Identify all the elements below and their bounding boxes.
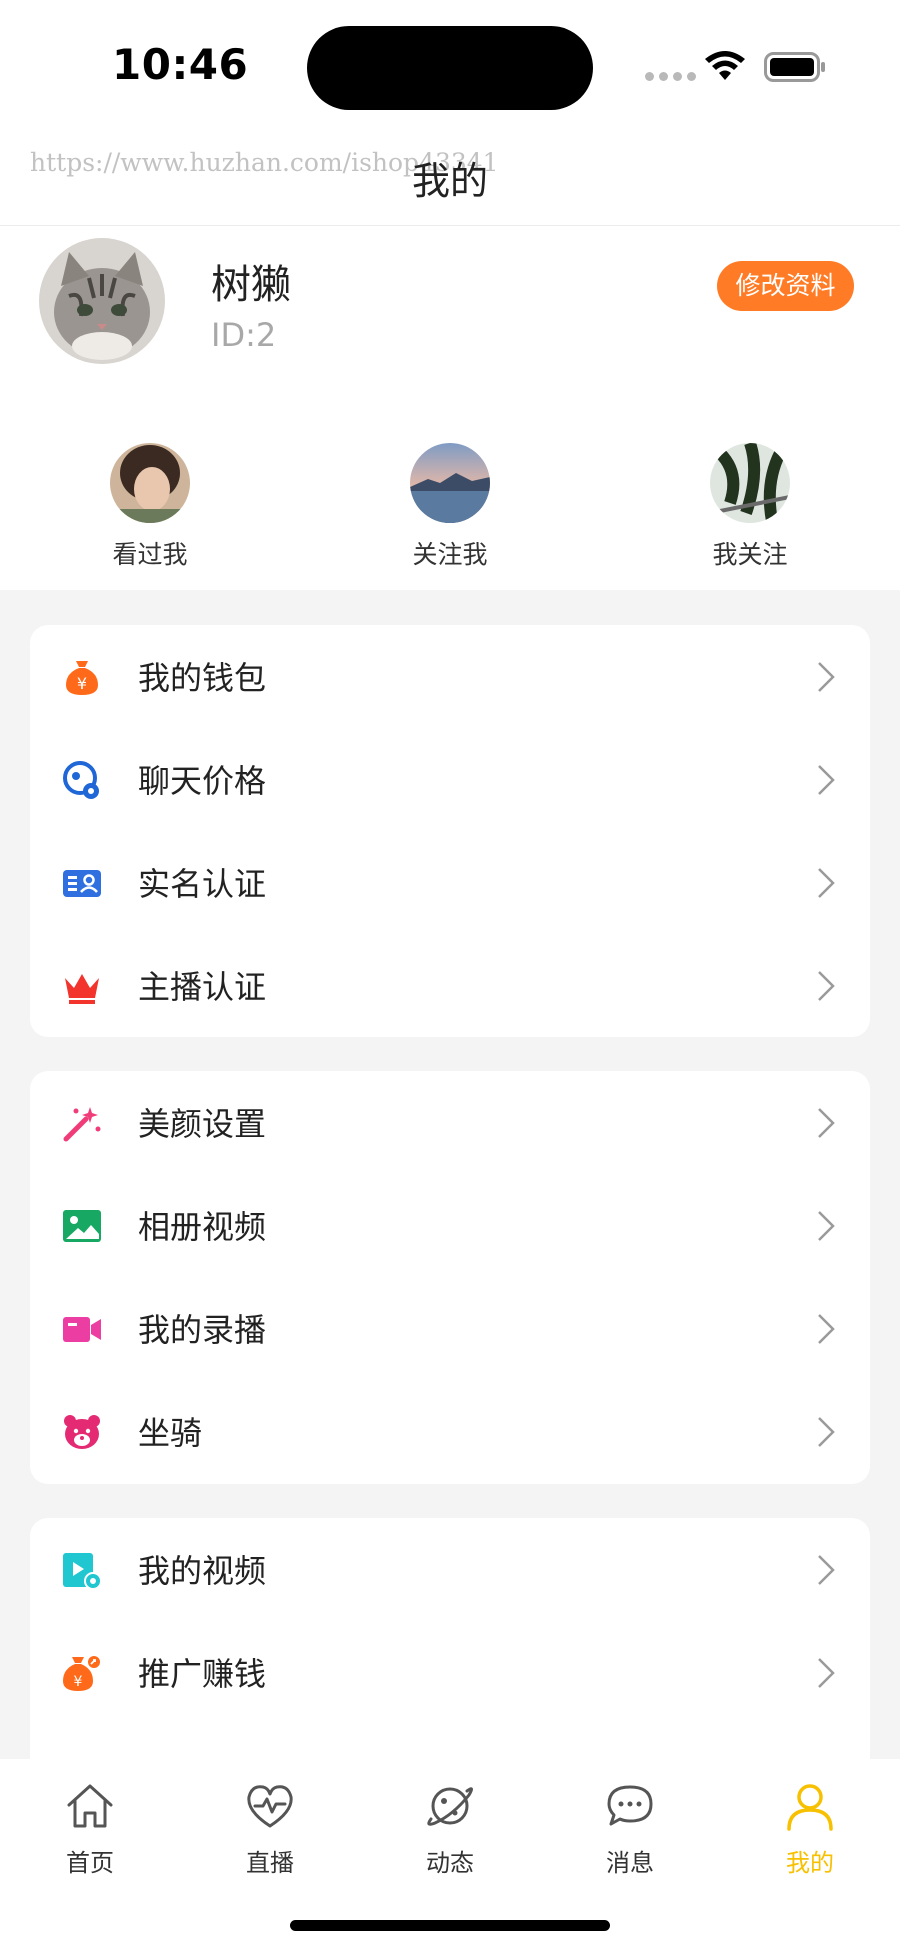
menu-item-label: 聊天价格 [138, 762, 267, 800]
crown-icon [65, 974, 99, 1004]
chevron-right-icon [818, 868, 835, 898]
bear-icon [64, 1415, 100, 1449]
status-time: 10:46 [112, 40, 249, 89]
promote-money-icon: ¥ [63, 1654, 102, 1691]
following-avatar [710, 443, 790, 523]
menu-item-label: 美颜设置 [138, 1105, 267, 1143]
social-followers[interactable]: 关注我 [370, 443, 530, 571]
menu-item-label: 主播认证 [138, 968, 267, 1006]
menu-item-mount[interactable]: 坐骑 [30, 1380, 870, 1483]
chevron-right-icon [818, 1417, 835, 1447]
chevron-right-icon [818, 765, 835, 795]
signal-icon [645, 72, 696, 81]
menu-item-anchor-cert[interactable]: 主播认证 [30, 934, 870, 1037]
menu-item-beauty[interactable]: 美颜设置 [30, 1071, 870, 1174]
home-icon [67, 1784, 113, 1828]
chevron-right-icon [818, 1658, 835, 1688]
menu-item-label: 我的视频 [138, 1552, 267, 1590]
menu-item-recordings[interactable]: 我的录播 [30, 1277, 870, 1380]
id-card-icon [63, 870, 101, 897]
social-visitors[interactable]: 看过我 [70, 443, 230, 571]
dynamic-island [307, 26, 593, 110]
svg-text:¥: ¥ [74, 1674, 83, 1690]
photo-album-icon [63, 1210, 101, 1242]
tab-mine[interactable]: 我的 [750, 1779, 870, 1878]
status-bar: 10:46 [0, 0, 900, 130]
menu-item-album[interactable]: 相册视频 [30, 1174, 870, 1277]
chat-price-icon [63, 761, 99, 799]
menu-item-label: 推广赚钱 [138, 1655, 267, 1693]
tab-home[interactable]: 首页 [30, 1779, 150, 1878]
menu-item-label: 相册视频 [138, 1208, 267, 1246]
menu-item-chat-price[interactable]: 聊天价格 [30, 728, 870, 831]
menu-card-account: ¥ 我的钱包 聊天价格 实名认证 主播认证 [30, 625, 870, 1037]
follower-avatar [410, 443, 490, 523]
tab-messages[interactable]: 消息 [570, 1779, 690, 1878]
wifi-icon [705, 51, 745, 80]
svg-text:¥: ¥ [77, 674, 87, 693]
social-label: 我关注 [712, 540, 788, 569]
menu-item-label: 我的录播 [138, 1311, 267, 1349]
message-icon [607, 1785, 653, 1826]
edit-profile-button[interactable]: 修改资料 [717, 261, 854, 311]
tab-moments[interactable]: 动态 [390, 1779, 510, 1878]
tab-label: 动态 [426, 1849, 474, 1877]
chevron-right-icon [818, 662, 835, 692]
menu-card-media: 美颜设置 相册视频 我的录播 坐骑 [30, 1071, 870, 1484]
menu-item-real-name[interactable]: 实名认证 [30, 831, 870, 934]
social-label: 关注我 [412, 540, 488, 569]
menu-item-wallet[interactable]: ¥ 我的钱包 [30, 625, 870, 728]
chevron-right-icon [818, 1108, 835, 1138]
chevron-right-icon [818, 971, 835, 1001]
chevron-right-icon [818, 1211, 835, 1241]
menu-item-my-videos[interactable]: 我的视频 [30, 1518, 870, 1621]
menu-item-label: 坐骑 [138, 1414, 203, 1452]
chevron-right-icon [818, 1555, 835, 1585]
menu-item-label: 实名认证 [138, 865, 267, 903]
avatar[interactable] [39, 238, 165, 364]
tab-live[interactable]: 直播 [210, 1779, 330, 1878]
username: 树獭 [211, 262, 291, 308]
menu-item-promote[interactable]: ¥ 推广赚钱 [30, 1621, 870, 1724]
social-following[interactable]: 我关注 [670, 443, 830, 571]
user-id: ID:2 [211, 316, 277, 354]
tab-label: 首页 [66, 1849, 114, 1877]
money-bag-icon: ¥ [66, 661, 98, 695]
visitor-avatar [110, 443, 190, 523]
menu-item-label: 我的钱包 [138, 659, 267, 697]
profile-section: 树獭 ID:2 修改资料 看过我 关注我 我关注 [0, 226, 900, 590]
tab-label: 消息 [606, 1849, 654, 1877]
heart-pulse-icon [247, 1785, 293, 1828]
user-icon [787, 1784, 833, 1831]
video-camera-icon [63, 1317, 101, 1342]
tab-label: 我的 [786, 1849, 834, 1877]
planet-icon [427, 1787, 474, 1826]
magic-wand-icon [63, 1107, 101, 1142]
chevron-right-icon [818, 1314, 835, 1344]
my-video-icon [63, 1553, 102, 1590]
home-indicator [290, 1920, 610, 1931]
social-label: 看过我 [112, 540, 188, 569]
battery-icon [764, 52, 825, 82]
page-title: 我的 [411, 159, 488, 203]
header: https://www.huzhan.com/ishop43341 我的 [0, 130, 900, 226]
tab-label: 直播 [246, 1849, 294, 1877]
